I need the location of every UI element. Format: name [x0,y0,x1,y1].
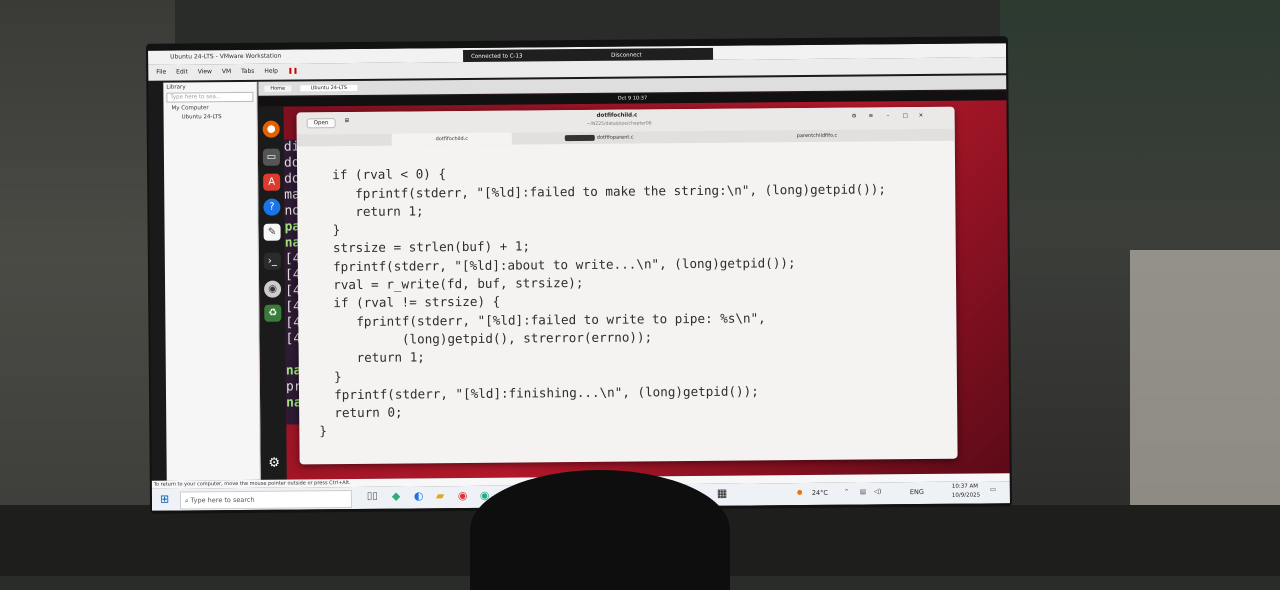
search-placeholder: Type here to search [190,495,255,505]
menu-view[interactable]: View [198,68,212,75]
taskbar-date[interactable]: 10/9/2025 [952,493,980,499]
tab-dotfifochild[interactable]: dotfifochild.c [391,132,512,146]
software-center-icon[interactable]: A [263,173,281,191]
copilot-icon[interactable]: ◆ [392,490,401,503]
weather-icon[interactable]: ● [797,488,803,496]
open-button[interactable]: Open [306,118,336,129]
menu-tabs[interactable]: Tabs [241,68,254,75]
editor-path: ~/NZ25/data/pipe/chapter06 [586,121,652,127]
tab-parentchildfifo[interactable]: parentchildfifo.c [797,129,877,142]
text-editor-window: Open ⊞ dotfifochild.c ~/NZ25/data/pipe/c… [296,106,958,465]
foreground-shadow [470,470,730,590]
tab-ubuntu[interactable]: Ubuntu 24-LTS [300,84,358,92]
file-explorer-icon[interactable]: ▰ [436,489,445,502]
tree-ubuntu-vm[interactable]: Ubuntu 24-LTS [164,114,257,121]
disc-icon[interactable]: ◉ [264,280,282,298]
ubuntu-dock: ● ▭ A ? ✎ ›_ ◉ ♻ ⚙ [258,106,287,480]
menu-file[interactable]: File [156,69,166,76]
tab-home[interactable]: Home [264,85,292,92]
task-view-icon[interactable]: ▯▯ [367,491,378,502]
network-icon[interactable]: ▤ [860,488,866,496]
settings-icon[interactable]: ⚙ [852,114,857,120]
show-apps-icon[interactable]: ⚙ [266,455,283,472]
files-icon[interactable]: ▭ [262,148,281,166]
menu-icon[interactable]: ≡ [869,113,874,119]
window-title: Ubuntu 24-LTS - VMware Workstation [170,52,282,61]
trash-icon[interactable]: ♻ [264,304,282,322]
editor-filename: dotfifochild.c [596,112,638,119]
volume-icon[interactable]: ◁) [874,487,882,495]
new-document-icon[interactable]: ⊞ [345,118,350,124]
weather-temp[interactable]: 24°C [812,489,828,497]
taskbar-search[interactable]: ⌕ Type here to search [179,489,353,510]
terminal-icon[interactable]: ›_ [263,252,281,270]
gnome-clock[interactable]: Oct 9 10:37 [618,95,647,101]
menu-edit[interactable]: Edit [176,68,188,75]
minimize-icon[interactable]: – [887,113,890,119]
monitor-screen: Ubuntu 24-LTS - VMware Workstation Conne… [148,43,1010,511]
tree-my-computer[interactable]: My Computer [163,102,256,115]
pause-icon[interactable]: ❚❚ [288,67,298,74]
menu-vm[interactable]: VM [222,68,231,75]
text-editor-icon[interactable]: ✎ [263,223,281,241]
taskbar-time[interactable]: 10:37 AM [952,484,978,490]
maximize-icon[interactable]: □ [903,113,908,119]
vmware-taskbar-icon[interactable]: ▦ [717,487,728,500]
tab-dotfifoparent[interactable]: dotfifoparent.c [597,131,667,144]
notification-icon[interactable]: ▭ [990,485,996,493]
menu-help[interactable]: Help [264,68,278,75]
windows-start-icon[interactable]: ⊞ [160,493,169,506]
tab-indicator [564,134,595,142]
language-indicator[interactable]: ENG [910,488,924,496]
edge-icon[interactable]: ◐ [414,489,424,502]
tray-chevron-icon[interactable]: ⌃ [844,488,850,496]
help-icon[interactable]: ? [263,198,281,216]
chrome-icon[interactable]: ◉ [458,489,468,502]
search-icon: ⌕ [184,496,189,505]
close-icon[interactable]: ✕ [919,113,924,119]
firefox-icon[interactable]: ● [262,120,280,138]
library-panel: Library Type here to sea... My Computer … [163,81,261,481]
code-view[interactable]: if (rval < 0) { fprintf(stderr, "[%ld]:f… [317,143,950,458]
connection-label: Connected to C-13 [471,53,523,60]
